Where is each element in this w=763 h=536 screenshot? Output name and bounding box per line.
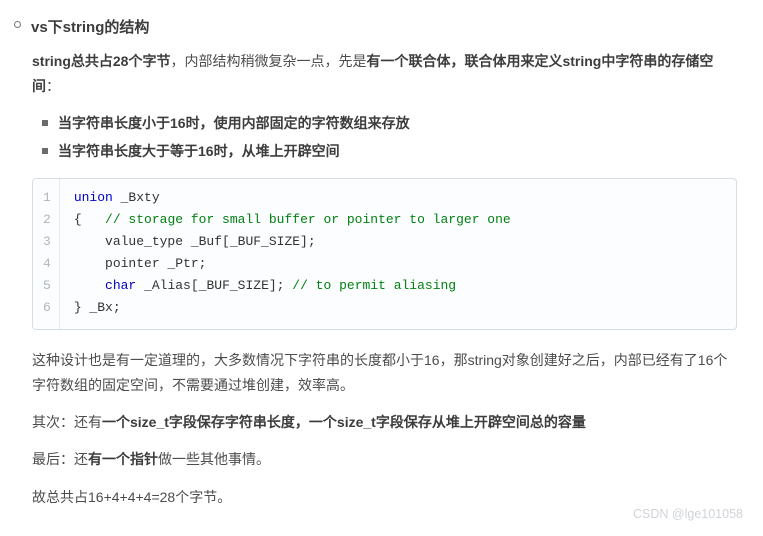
- intro-paragraph: string总共占28个字节，内部结构稍微复杂一点，先是有一个联合体，联合体用来…: [32, 49, 737, 99]
- intro-strong-1: string总共占28个字节: [32, 53, 170, 69]
- line-number: 1: [43, 187, 51, 209]
- top-list-item: vs下string的结构: [14, 14, 737, 41]
- code-text: _Alias[_BUF_SIZE];: [136, 278, 292, 293]
- keyword: union: [74, 190, 113, 205]
- keyword: char: [105, 278, 136, 293]
- line-number: 6: [43, 297, 51, 319]
- code-line: union _Bxty: [74, 187, 511, 209]
- code-line: { // storage for small buffer or pointer…: [74, 209, 511, 231]
- p3-strong: 一个size_t字段保存字符串长度，一个size_t字段保存从堆上开辟空间总的容…: [102, 414, 586, 430]
- code-block: 1 2 3 4 5 6 union _Bxty { // storage for…: [32, 178, 737, 330]
- p3-pre: 其次：还有: [32, 414, 102, 430]
- intro-mid: ，内部结构稍微复杂一点，先是: [170, 53, 366, 69]
- line-number: 5: [43, 275, 51, 297]
- code-gutter: 1 2 3 4 5 6: [33, 179, 60, 329]
- list-item: 当字符串长度小于16时，使用内部固定的字符数组来存放: [58, 111, 737, 136]
- line-number: 3: [43, 231, 51, 253]
- open-bullet-icon: [14, 21, 21, 28]
- line-number: 2: [43, 209, 51, 231]
- intro-tail: ：: [46, 78, 60, 94]
- code-line: char _Alias[_BUF_SIZE]; // to permit ali…: [74, 275, 511, 297]
- sub-list: 当字符串长度小于16时，使用内部固定的字符数组来存放 当字符串长度大于等于16时…: [32, 111, 737, 163]
- paragraph-4: 最后：还有一个指针做一些其他事情。: [32, 447, 737, 472]
- line-number: 4: [43, 253, 51, 275]
- p4-strong: 有一个指针: [88, 451, 158, 467]
- watermark: CSDN @lge101058: [633, 503, 743, 526]
- code-body: union _Bxty { // storage for small buffe…: [60, 179, 521, 329]
- p4-pre: 最后：还: [32, 451, 88, 467]
- paragraph-5: 故总共占16+4+4+4=28个字节。: [32, 485, 737, 510]
- code-text: _Bxty: [113, 190, 160, 205]
- code-line: value_type _Buf[_BUF_SIZE];: [74, 231, 511, 253]
- comment: // to permit aliasing: [292, 278, 456, 293]
- p4-tail: 做一些其他事情。: [158, 451, 270, 467]
- code-text: {: [74, 212, 105, 227]
- code-line: } _Bx;: [74, 297, 511, 319]
- comment: // storage for small buffer or pointer t…: [105, 212, 511, 227]
- section-heading: vs下string的结构: [31, 14, 149, 41]
- paragraph-2: 这种设计也是有一定道理的，大多数情况下字符串的长度都小于16，那string对象…: [32, 348, 737, 398]
- code-line: pointer _Ptr;: [74, 253, 511, 275]
- section-content: string总共占28个字节，内部结构稍微复杂一点，先是有一个联合体，联合体用来…: [14, 49, 737, 510]
- code-text: [74, 278, 105, 293]
- list-item: 当字符串长度大于等于16时，从堆上开辟空间: [58, 139, 737, 164]
- paragraph-3: 其次：还有一个size_t字段保存字符串长度，一个size_t字段保存从堆上开辟…: [32, 410, 737, 435]
